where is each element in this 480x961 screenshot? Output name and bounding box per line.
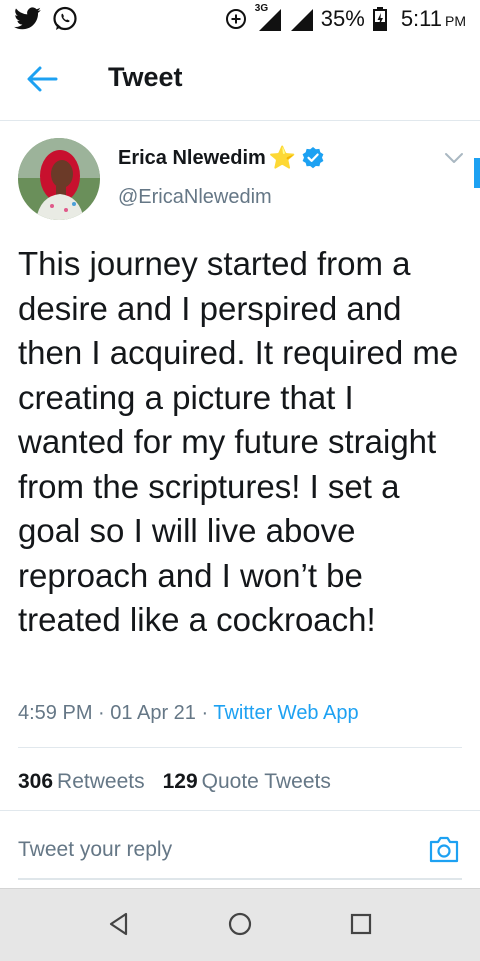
back-triangle-icon[interactable] <box>106 911 132 937</box>
tweet-meta: 4:59 PM · 01 Apr 21 · Twitter Web App <box>18 702 359 725</box>
reply-composer[interactable]: Tweet your reply <box>18 828 462 880</box>
reply-input[interactable]: Tweet your reply <box>18 838 172 862</box>
signal-icon <box>258 9 281 31</box>
quote-tweets-label: Quote Tweets <box>201 770 331 793</box>
status-bar-notifications <box>14 6 78 32</box>
system-nav-bar <box>0 888 480 961</box>
battery-percent: 35% <box>320 6 365 31</box>
retweets-label: Retweets <box>57 770 145 793</box>
author-handle[interactable]: @EricaNlewedim <box>118 186 272 209</box>
tweet-stats: 306 Retweets 129 Quote Tweets <box>18 770 331 794</box>
star-emoji-icon: ⭐ <box>268 145 297 170</box>
quote-tweets-count: 129 <box>162 770 198 793</box>
status-bar-system: 3G 35% 5:11 PM <box>225 3 466 32</box>
app-bar: Tweet <box>0 38 480 121</box>
arrow-left-icon[interactable] <box>26 64 58 94</box>
tweet-source-link[interactable]: Twitter Web App <box>213 702 358 724</box>
clock-ampm: PM <box>445 13 466 29</box>
chevron-down-icon[interactable] <box>443 150 465 166</box>
signal-3g: 3G <box>255 3 281 31</box>
data-saver-icon <box>225 9 246 29</box>
verified-badge-icon <box>302 147 324 169</box>
retweets-stat[interactable]: 306 Retweets <box>18 770 145 793</box>
divider <box>18 747 462 748</box>
home-circle-icon[interactable] <box>227 911 253 937</box>
whatsapp-icon <box>53 6 77 31</box>
clock-time: 5:11 <box>400 6 442 31</box>
divider-2 <box>0 810 480 811</box>
tweet-text: This journey started from a desire and I… <box>18 245 459 638</box>
status-bar: 3G 35% 5:11 PM <box>0 0 480 38</box>
camera-icon[interactable] <box>428 834 460 864</box>
tweet-time: 4:59 PM <box>18 702 93 724</box>
meta-separator-2: · <box>201 702 209 724</box>
signal-icon-2 <box>290 9 313 31</box>
page-title: Tweet <box>108 62 183 92</box>
author-name: Erica Nlewedim <box>118 146 266 169</box>
tweet-date: 01 Apr 21 <box>110 702 196 724</box>
recents-square-icon[interactable] <box>348 911 374 937</box>
battery-icon <box>372 7 387 31</box>
avatar-image <box>18 138 100 220</box>
meta-separator: · <box>98 702 105 724</box>
author-name-row[interactable]: Erica Nlewedim ⭐ <box>118 146 325 170</box>
twitter-icon <box>14 7 41 30</box>
clock: 5:11 PM <box>401 6 466 32</box>
scroll-indicator <box>474 158 480 188</box>
quote-tweets-stat[interactable]: 129 Quote Tweets <box>163 770 331 793</box>
retweets-count: 306 <box>18 770 54 793</box>
avatar[interactable] <box>18 138 100 220</box>
